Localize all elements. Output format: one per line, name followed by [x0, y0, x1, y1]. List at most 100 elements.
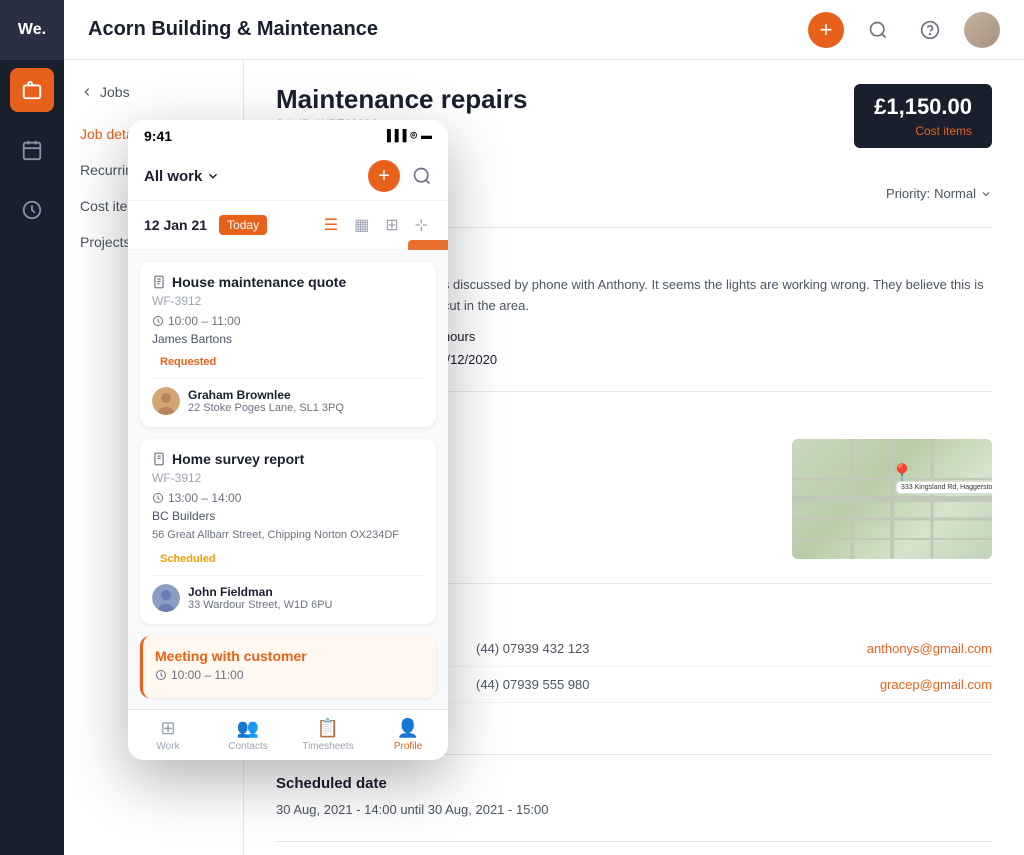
mobile-calendar-view-icon[interactable]: ▦: [350, 211, 373, 239]
job-card-1-time: 10:00 – 11:00: [152, 314, 424, 328]
job-card-2[interactable]: Home survey report WF-3912 13:00 – 14:00…: [140, 439, 436, 624]
job-card-3-time: 10:00 – 11:00: [155, 668, 424, 682]
mobile-overlay: 9:41 ▐▐▐ ⌾ ▬ All work +: [128, 120, 448, 760]
map-roads-svg: [792, 439, 992, 559]
job-card-2-icon: [152, 452, 166, 466]
contact-2-email[interactable]: gracep@gmail.com: [676, 677, 992, 692]
job-card-2-person: John Fieldman 33 Wardour Street, W1D 6PU: [188, 585, 332, 611]
cost-items-link[interactable]: Cost items: [874, 124, 972, 138]
job-card-3[interactable]: Meeting with customer 10:00 – 11:00: [140, 636, 436, 698]
mobile-today-button[interactable]: Today: [219, 215, 267, 235]
duration-value: 2 hours: [432, 329, 992, 344]
job-card-2-time: 13:00 – 14:00: [152, 491, 424, 505]
divider-5: [276, 841, 992, 842]
job-card-1[interactable]: House maintenance quote WF-3912 10:00 – …: [140, 262, 436, 427]
battery-icon: ▬: [421, 130, 432, 142]
sidebar-icon-jobs[interactable]: [10, 68, 54, 112]
job-card-3-title: Meeting with customer: [155, 648, 424, 664]
back-label: Jobs: [100, 84, 130, 100]
mobile-nav-timesheets[interactable]: 📋 Timesheets: [288, 710, 368, 760]
mobile-list-view-icon[interactable]: ☰: [320, 211, 342, 239]
clock-icon-2: [152, 492, 164, 504]
scheduled-value: 30 Aug, 2021 - 14:00 until 30 Aug, 2021 …: [276, 802, 992, 817]
topbar-title: Acorn Building & Maintenance: [88, 18, 808, 41]
mobile-time: 9:41: [144, 128, 172, 144]
job-card-1-title: House maintenance quote: [152, 274, 424, 290]
mobile-nav-work[interactable]: ⊞ Work: [128, 710, 208, 760]
scheduled-section: Scheduled date 30 Aug, 2021 - 14:00 unti…: [276, 775, 992, 817]
contact-1-email[interactable]: anthonys@gmail.com: [676, 641, 992, 656]
job-card-2-status: Scheduled: [152, 551, 224, 567]
content-layout: Jobs Job details Recurring Cost items Pr…: [64, 60, 1024, 855]
help-icon[interactable]: [912, 12, 948, 48]
avatar-1-svg: [152, 387, 180, 415]
priority-label: Priority:: [886, 186, 930, 201]
search-icon[interactable]: [860, 12, 896, 48]
profile-nav-icon: 👤: [397, 718, 419, 739]
job-card-1-status: Requested: [152, 354, 224, 370]
job-card-2-person-address: 33 Wardour Street, W1D 6PU: [188, 599, 332, 611]
work-nav-label: Work: [156, 741, 179, 752]
mobile-bottom-nav: ⊞ Work 👥 Contacts 📋 Timesheets 👤 Profile: [128, 709, 448, 760]
wifi-icon: ⌾: [410, 130, 417, 143]
timesheets-nav-label: Timesheets: [302, 741, 353, 752]
job-card-1-avatar: [152, 387, 180, 415]
mobile-signal-icons: ▐▐▐ ⌾ ▬: [383, 130, 432, 143]
job-card-2-avatar: [152, 584, 180, 612]
contacts-nav-icon: 👥: [237, 718, 259, 739]
work-nav-icon: ⊞: [160, 718, 175, 739]
cost-amount: £1,150.00: [874, 94, 972, 120]
job-card-1-avatar-row: Graham Brownlee 22 Stoke Poges Lane, SL1…: [152, 378, 424, 415]
mobile-nav-contacts[interactable]: 👥 Contacts: [208, 710, 288, 760]
mobile-grid-view-icon[interactable]: ⊞: [381, 211, 402, 239]
job-card-1-person-name: Graham Brownlee: [188, 388, 344, 402]
job-card-2-person-name: John Fieldman: [188, 585, 332, 599]
mobile-search-icon[interactable]: [412, 166, 432, 186]
job-card-2-avatar-row: John Fieldman 33 Wardour Street, W1D 6PU: [152, 575, 424, 612]
job-title: Maintenance repairs: [276, 84, 527, 115]
job-card-1-id: WF-3912: [152, 294, 424, 308]
clock-icon-3: [155, 669, 167, 681]
sidebar-icon-calendar[interactable]: [10, 128, 54, 172]
topbar-actions: +: [808, 12, 1000, 48]
job-card-2-client: BC Builders: [152, 509, 424, 523]
mobile-filter-label: All work: [144, 168, 202, 185]
job-card-1-client: James Bartons: [152, 332, 424, 346]
avatar[interactable]: [964, 12, 1000, 48]
mobile-filter-chevron: [206, 169, 220, 183]
mobile-date-text: 12 Jan 21: [144, 217, 207, 233]
site-map: 📍 333 Kingsland Rd, Haggerston, London..…: [792, 439, 992, 559]
mobile-filter-view-icon[interactable]: ⊹: [411, 211, 432, 239]
scheduled-title: Scheduled date: [276, 775, 992, 792]
priority-chevron-icon: [980, 188, 992, 200]
mobile-statusbar: 9:41 ▐▐▐ ⌾ ▬: [128, 120, 448, 152]
mobile-filter-btn[interactable]: All work: [144, 168, 220, 185]
sidebar: We.: [0, 0, 64, 855]
mobile-date-bar: 12 Jan 21 Today ☰ ▦ ⊞ ⊹: [128, 201, 448, 250]
sidebar-icon-clock[interactable]: [10, 188, 54, 232]
back-to-jobs[interactable]: Jobs: [64, 76, 243, 108]
job-card-2-id: WF-3912: [152, 471, 424, 485]
priority-value: Normal: [934, 186, 976, 201]
avatar-2-svg: [152, 584, 180, 612]
sidebar-logo: We.: [0, 0, 64, 60]
priority-badge[interactable]: Priority: Normal: [886, 186, 992, 201]
map-bg: 📍 333 Kingsland Rd, Haggerston, London..…: [792, 439, 992, 559]
profile-nav-label: Profile: [394, 741, 422, 752]
mobile-scroll[interactable]: House maintenance quote WF-3912 10:00 – …: [128, 250, 448, 709]
mobile-nav-profile[interactable]: 👤 Profile: [368, 710, 448, 760]
job-card-1-person-address: 22 Stoke Poges Lane, SL1 3PQ: [188, 402, 344, 414]
mobile-view-icons: ☰ ▦ ⊞ ⊹: [320, 211, 432, 239]
topbar: Acorn Building & Maintenance +: [64, 0, 1024, 60]
mobile-add-button[interactable]: +: [368, 160, 400, 192]
job-card-2-title: Home survey report: [152, 451, 424, 467]
signal-icon: ▐▐▐: [383, 130, 406, 142]
mobile-top-actions: +: [368, 160, 432, 192]
job-card-1-icon: [152, 275, 166, 289]
contact-1-phone: (44) 07939 432 123: [476, 641, 676, 656]
add-button[interactable]: +: [808, 12, 844, 48]
map-label: 333 Kingsland Rd, Haggerston, London...: [896, 481, 992, 494]
timesheets-nav-icon: 📋: [317, 718, 339, 739]
job-card-2-address: 56 Great Allbarr Street, Chipping Norton…: [152, 529, 424, 541]
clock-icon-1: [152, 315, 164, 327]
